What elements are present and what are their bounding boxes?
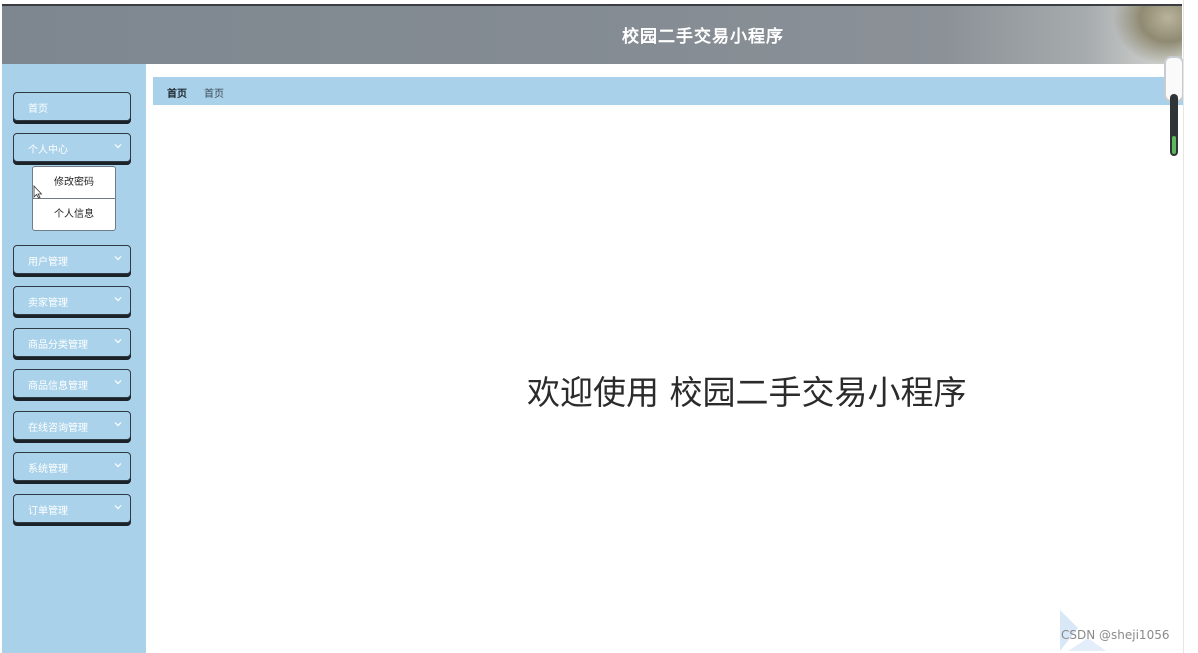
sidebar-item-label: 首页 [28, 104, 48, 115]
sidebar-item-label: 个人中心 [28, 145, 68, 156]
window-edge [1183, 0, 1184, 653]
watermark-text: CSDN @sheji1056 [1061, 628, 1170, 642]
app-window: 校园二手交易小程序 首页 个人中心 修改密码 个人信息 用户管理 卖家管理 商品… [0, 0, 1198, 653]
sidebar-item-label: 卖家管理 [28, 298, 68, 309]
app-title: 校园二手交易小程序 [622, 27, 784, 47]
sidebar-item-products[interactable]: 商品信息管理 [13, 369, 131, 398]
sidebar-item-personal-center[interactable]: 个人中心 [13, 133, 131, 162]
sidebar-item-categories[interactable]: 商品分类管理 [13, 328, 131, 357]
app-header: 校园二手交易小程序 [2, 4, 1182, 66]
sidebar-item-orders[interactable]: 订单管理 [13, 494, 131, 523]
sidebar-item-sellers[interactable]: 卖家管理 [13, 286, 131, 315]
submenu-personal-info[interactable]: 个人信息 [33, 199, 115, 231]
breadcrumb: 首页 首页 [153, 77, 1183, 105]
chevron-down-icon [112, 252, 124, 264]
chevron-down-icon [112, 376, 124, 388]
submenu-change-password[interactable]: 修改密码 [33, 167, 115, 199]
chevron-down-icon [112, 418, 124, 430]
sidebar-item-home[interactable]: 首页 [13, 92, 131, 121]
breadcrumb-current: 首页 [204, 89, 224, 100]
cursor-icon [33, 184, 43, 199]
sidebar-item-system[interactable]: 系统管理 [13, 452, 131, 481]
chevron-down-icon [112, 293, 124, 305]
sidebar-item-consult[interactable]: 在线咨询管理 [13, 411, 131, 440]
chevron-down-icon [112, 335, 124, 347]
breadcrumb-home[interactable]: 首页 [167, 85, 187, 100]
sidebar-item-label: 系统管理 [28, 464, 68, 475]
personal-center-submenu: 修改密码 个人信息 [32, 166, 116, 231]
chevron-down-icon [112, 140, 124, 152]
sidebar-item-label: 订单管理 [28, 506, 68, 517]
sidebar-item-label: 在线咨询管理 [28, 423, 88, 434]
sidebar-item-label: 用户管理 [28, 257, 68, 268]
welcome-message: 欢迎使用 校园二手交易小程序 [527, 373, 967, 412]
sidebar-item-label: 商品分类管理 [28, 340, 88, 351]
chevron-down-icon [112, 501, 124, 513]
scrollbar-indicator [1172, 136, 1176, 154]
sidebar-item-label: 商品信息管理 [28, 381, 88, 392]
chevron-down-icon [112, 459, 124, 471]
sidebar-item-users[interactable]: 用户管理 [13, 245, 131, 274]
